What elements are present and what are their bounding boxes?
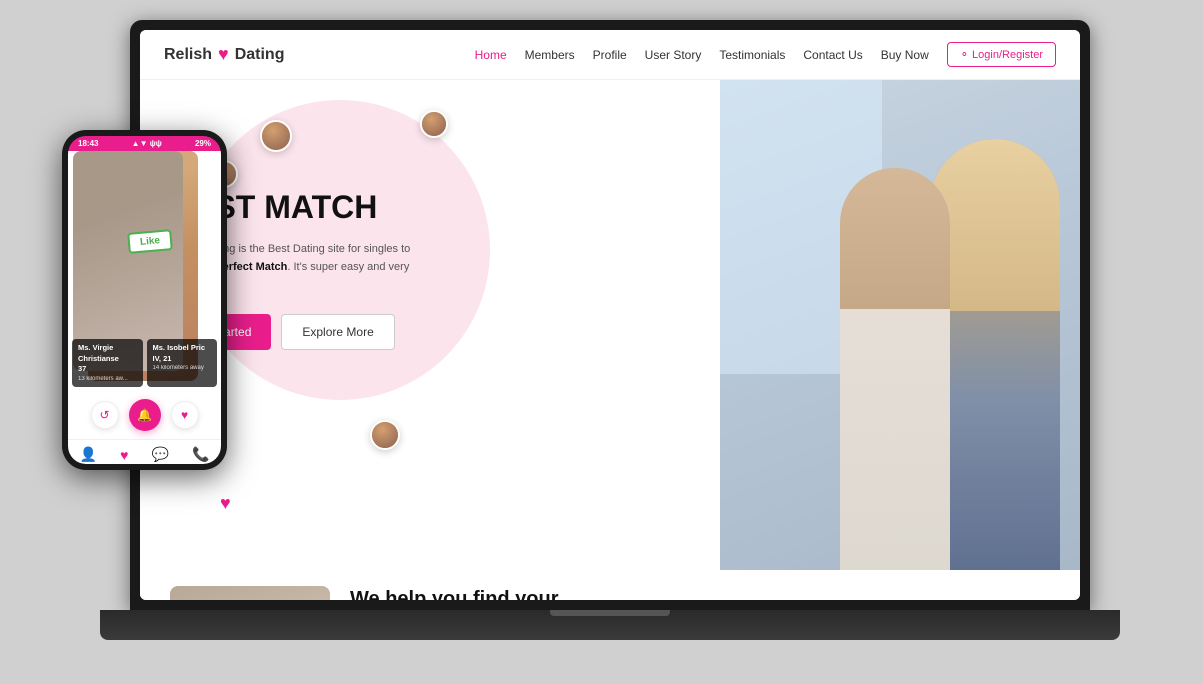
phone-battery: 29% — [195, 139, 211, 148]
floating-avatar-1 — [260, 120, 292, 152]
login-register-button[interactable]: ⚬ Login/Register — [947, 42, 1056, 67]
phone-device: 18:43 ▲▼ ψψ 29% Like Ms. V — [62, 130, 227, 470]
phone-action-buttons: ↺ 🔔 ♥ — [68, 391, 221, 439]
card-info-area: Ms. VirgieChristianse37 13 kilometers aw… — [68, 335, 221, 391]
nav-link-home[interactable]: Home — [475, 48, 507, 62]
laptop-bezel: Relish ♥ Dating Home Members Profile Use… — [130, 20, 1090, 610]
laptop-screen: Relish ♥ Dating Home Members Profile Use… — [140, 30, 1080, 600]
person-1-name: Ms. VirgieChristianse37 — [78, 343, 137, 375]
nav-links: Home Members Profile User Story Testimon… — [475, 42, 1056, 67]
nav-link-profile[interactable]: Profile — [593, 48, 627, 62]
phone-signal: ▲▼ ψψ — [132, 139, 162, 148]
person-2-distance: 14 kilometers away — [153, 364, 212, 372]
best-match-heading: BEST MATCH — [170, 190, 690, 225]
nav-link-buy[interactable]: Buy Now — [881, 48, 929, 62]
phone-status-bar: 18:43 ▲▼ ψψ 29% — [68, 136, 221, 151]
nav-link-user-story[interactable]: User Story — [645, 48, 702, 62]
nav-link-members[interactable]: Members — [525, 48, 575, 62]
fire-button[interactable]: 🔔 — [129, 399, 161, 431]
floating-avatar-4 — [370, 420, 400, 450]
heart-button[interactable]: ♥ — [171, 401, 199, 429]
soulmate-title: We help you find your Soulmate — [350, 586, 1050, 600]
hero-section: Find Your BEST MATCH Relish Dating is th… — [140, 80, 1080, 570]
logo-heart-icon: ♥ — [218, 44, 229, 65]
floating-heart-icon: ♥ — [220, 493, 231, 514]
card-person-2-info: Ms. Isobel PricIV, 21 14 kilometers away — [147, 339, 218, 387]
soulmate-section: We help you find your Soulmate — [170, 586, 1050, 600]
person-2-name: Ms. Isobel PricIV, 21 — [153, 343, 212, 364]
hero-buttons: Get Started Explore More — [170, 314, 690, 350]
logo-subtitle: Dating — [235, 46, 285, 64]
laptop-base — [100, 610, 1120, 640]
soulmate-text: We help you find your Soulmate — [350, 586, 1050, 600]
person-1-distance: 13 kilometers aw... — [78, 375, 137, 383]
nav-link-contact[interactable]: Contact Us — [803, 48, 862, 62]
card-person-1-info: Ms. VirgieChristianse37 13 kilometers aw… — [72, 339, 143, 387]
website-bottom-section: We help you find your Soulmate — [140, 570, 1080, 600]
hero-content: Find Your BEST MATCH Relish Dating is th… — [170, 110, 690, 350]
nav-logo: Relish ♥ Dating — [164, 44, 284, 65]
nav-icon-profile[interactable]: 👤 — [80, 446, 97, 463]
scene: Relish ♥ Dating Home Members Profile Use… — [0, 0, 1203, 684]
explore-more-button[interactable]: Explore More — [281, 314, 394, 350]
nav-link-testimonials[interactable]: Testimonials — [719, 48, 785, 62]
rewind-button[interactable]: ↺ — [91, 401, 119, 429]
like-badge: Like — [127, 229, 173, 254]
nav-icon-heart[interactable]: ♥ — [120, 447, 128, 463]
nav-icon-chat[interactable]: 💬 — [151, 446, 168, 463]
laptop: Relish ♥ Dating Home Members Profile Use… — [130, 20, 1130, 660]
find-your-label: Find Your — [170, 170, 690, 186]
phone-time: 18:43 — [78, 139, 98, 148]
couple-photo-main — [720, 80, 1080, 570]
website-nav: Relish ♥ Dating Home Members Profile Use… — [140, 30, 1080, 80]
logo-text: Relish — [164, 46, 212, 64]
hero-right-photo — [720, 80, 1080, 570]
floating-avatar-3 — [420, 110, 448, 138]
phone-cards-area: Like Ms. VirgieChristianse37 13 kilomete… — [68, 151, 221, 391]
nav-icon-phone[interactable]: 📞 — [192, 446, 209, 463]
phone-bottom-nav: 👤 ♥ 💬 📞 — [68, 439, 221, 464]
phone-screen: 18:43 ▲▼ ψψ 29% Like Ms. V — [68, 136, 221, 464]
